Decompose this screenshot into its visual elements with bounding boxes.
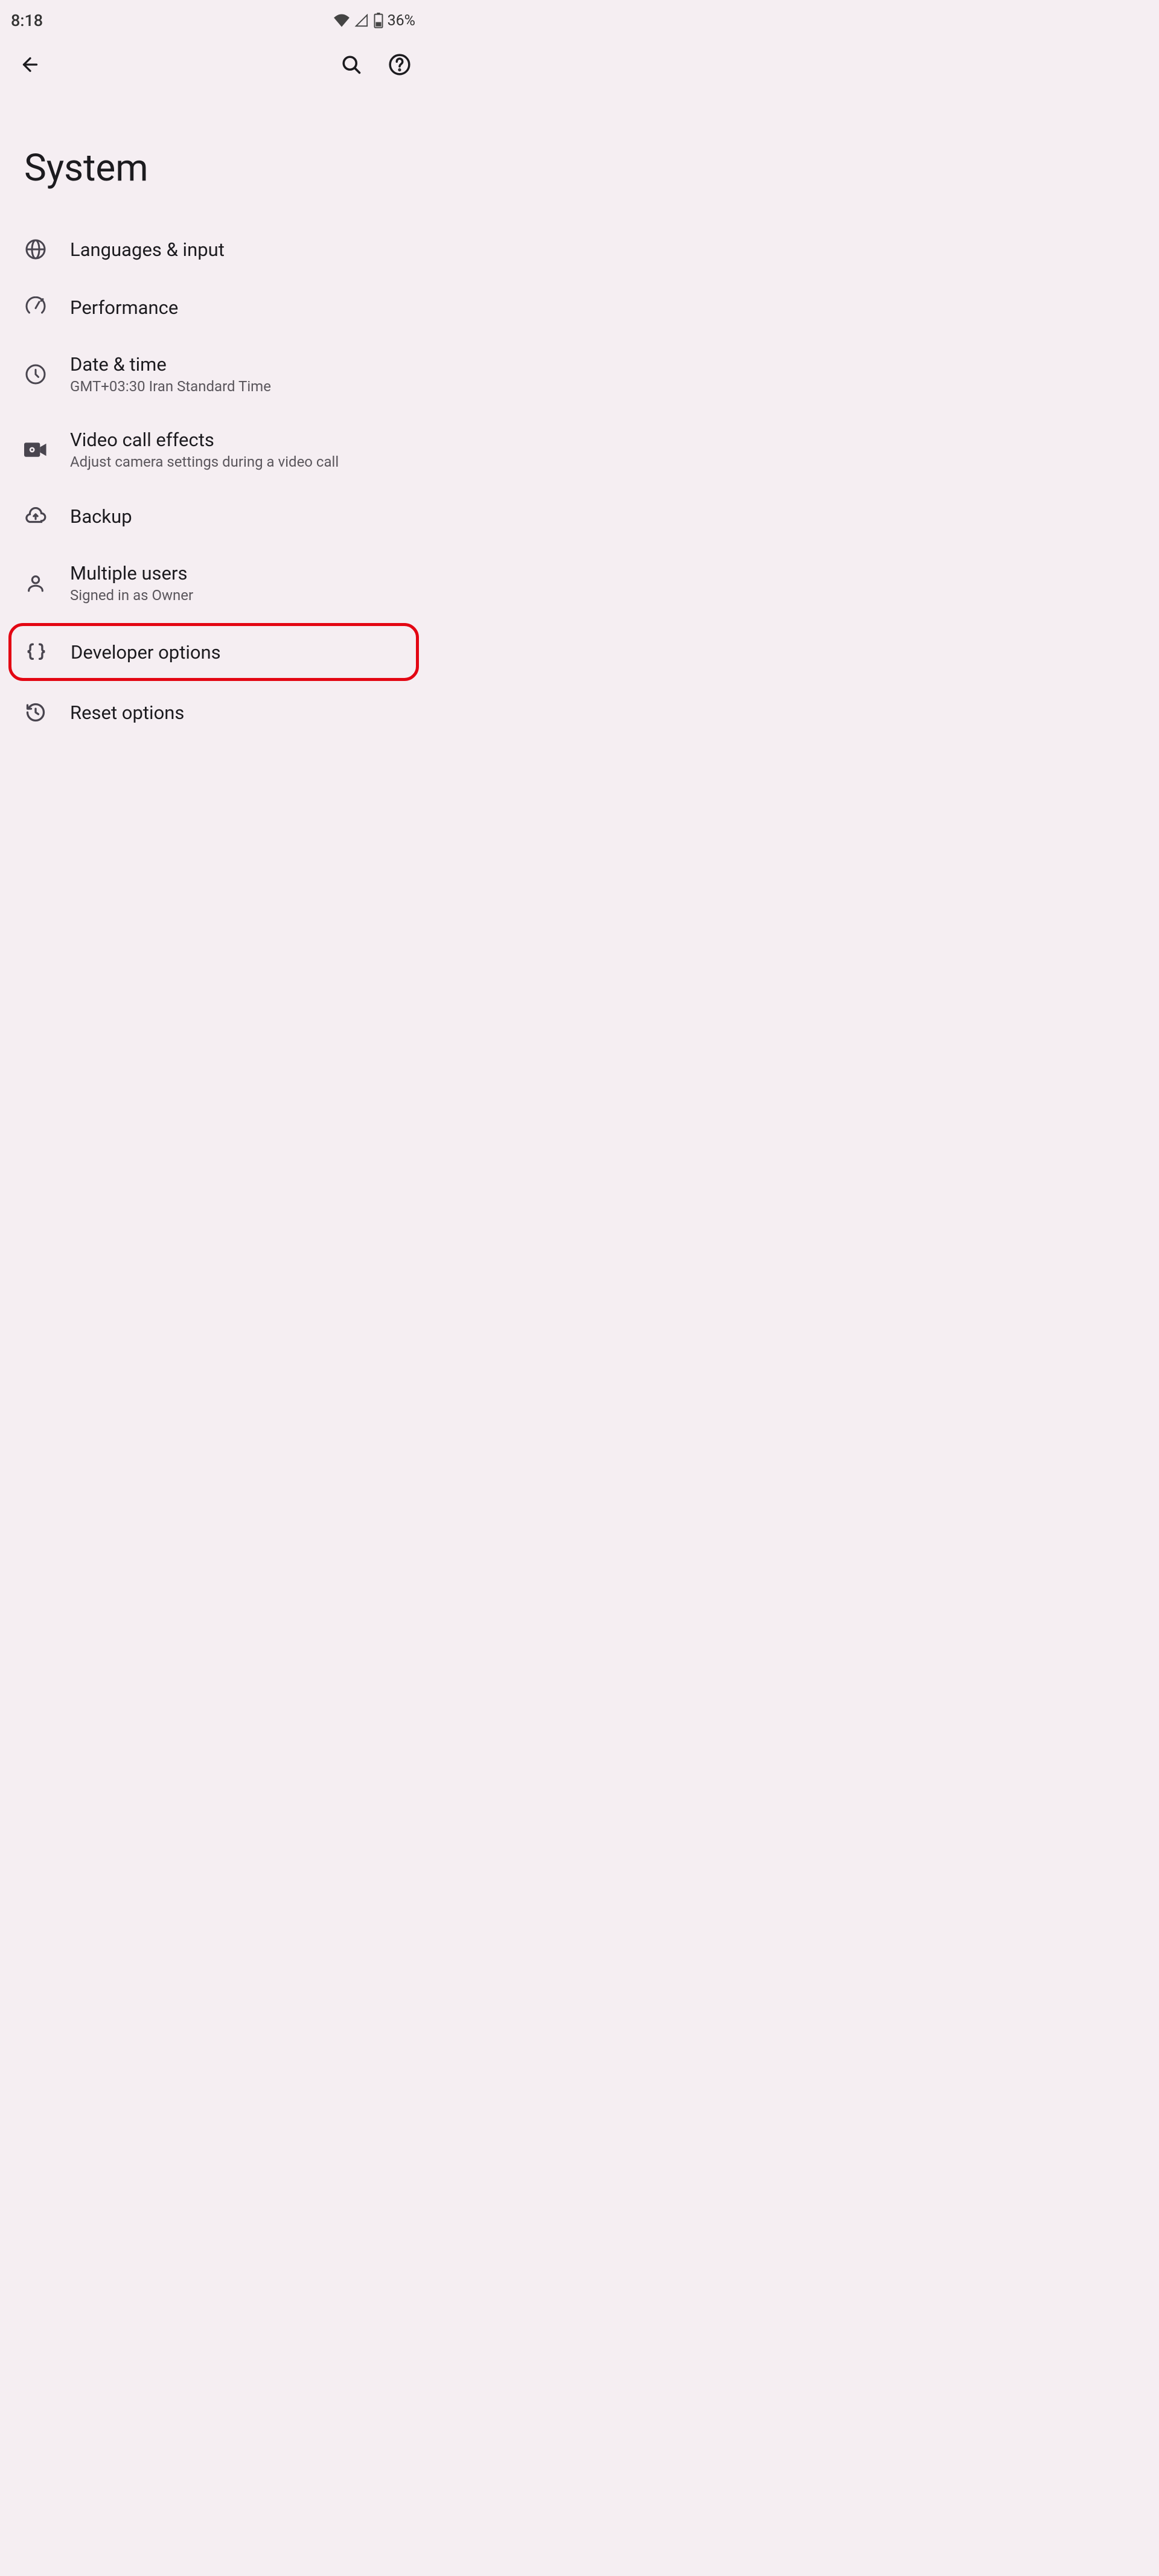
item-multiple-users[interactable]: Multiple users Signed in as Owner — [0, 545, 426, 621]
item-date-time[interactable]: Date & time GMT+03:30 Iran Standard Time — [0, 336, 426, 412]
battery-percentage: 36% — [388, 12, 415, 30]
item-title: Date & time — [70, 353, 271, 376]
status-time: 8:18 — [11, 11, 43, 30]
item-title: Performance — [70, 296, 178, 319]
settings-list: Languages & input Performance Date & tim… — [0, 220, 426, 741]
page-title: System — [0, 86, 426, 220]
person-icon — [24, 572, 47, 595]
item-subtitle: GMT+03:30 Iran Standard Time — [70, 378, 271, 395]
signal-icon — [354, 14, 369, 27]
back-button[interactable] — [16, 50, 45, 79]
battery-icon — [373, 13, 384, 28]
wifi-icon — [333, 14, 350, 27]
globe-icon — [24, 238, 47, 261]
item-title: Developer options — [71, 641, 221, 663]
app-bar — [0, 39, 426, 86]
braces-icon — [25, 641, 48, 663]
history-icon — [24, 701, 47, 724]
cloud-upload-icon — [24, 505, 47, 528]
video-camera-icon — [24, 438, 47, 461]
item-title: Backup — [70, 505, 132, 528]
item-title: Multiple users — [70, 562, 193, 584]
status-indicators: 36% — [333, 12, 415, 30]
item-subtitle: Adjust camera settings during a video ca… — [70, 453, 339, 470]
item-reset-options[interactable]: Reset options — [0, 683, 426, 741]
clock-icon — [24, 363, 47, 386]
item-title: Languages & input — [70, 238, 225, 261]
search-button[interactable] — [337, 50, 366, 79]
item-backup[interactable]: Backup — [0, 487, 426, 545]
item-developer-options[interactable]: Developer options — [8, 623, 419, 681]
status-bar: 8:18 36% — [0, 0, 426, 39]
item-subtitle: Signed in as Owner — [70, 587, 193, 604]
help-button[interactable] — [385, 50, 414, 79]
item-video-call-effects[interactable]: Video call effects Adjust camera setting… — [0, 412, 426, 487]
item-languages-input[interactable]: Languages & input — [0, 220, 426, 278]
item-title: Reset options — [70, 702, 184, 724]
item-title: Video call effects — [70, 429, 339, 451]
speedometer-icon — [24, 296, 47, 319]
item-performance[interactable]: Performance — [0, 278, 426, 336]
